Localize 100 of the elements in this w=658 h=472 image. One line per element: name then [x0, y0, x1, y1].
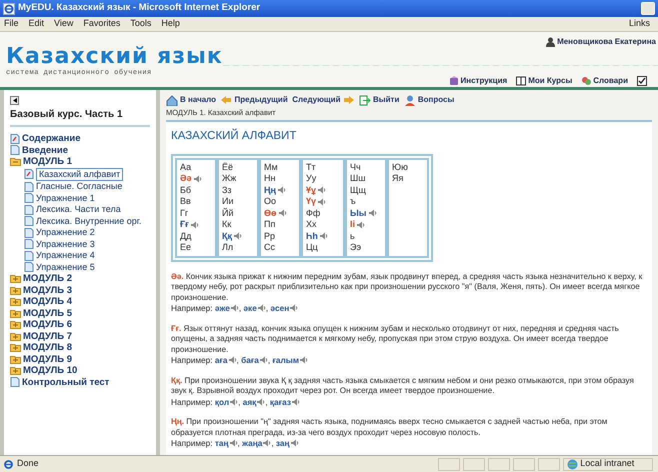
alphabet-letter[interactable]: Әә — [180, 173, 192, 184]
menu-item[interactable]: View — [54, 17, 74, 31]
toolbar-link[interactable]: Предыдущий — [220, 94, 288, 106]
tree-item[interactable]: Контрольный тест — [22, 376, 110, 388]
speaker-icon[interactable] — [289, 304, 298, 312]
tree-item[interactable]: МОДУЛЬ 10 — [23, 365, 78, 376]
speaker-icon[interactable] — [229, 398, 238, 406]
tree-item[interactable]: Введение — [22, 144, 68, 156]
speaker-icon[interactable] — [299, 356, 308, 364]
alphabet-letter: Аа — [180, 162, 192, 173]
toolbar-link[interactable]: В начало — [166, 94, 216, 106]
alphabet-letter: Уу — [306, 173, 316, 184]
alphabet-letter: Мм — [264, 162, 278, 173]
speaker-icon[interactable] — [318, 232, 328, 240]
tree-item[interactable]: МОДУЛЬ 2 — [23, 273, 72, 284]
tree-item[interactable]: МОДУЛЬ 6 — [23, 319, 72, 330]
tree-item[interactable]: Упражнение 3 — [36, 238, 95, 250]
tree-item[interactable]: Упражнение 2 — [36, 227, 95, 238]
speaker-icon[interactable] — [290, 439, 299, 448]
alphabet-letter[interactable]: Һһ — [306, 230, 318, 242]
menu-item[interactable]: Tools — [130, 17, 152, 31]
speaker-icon[interactable] — [190, 220, 199, 229]
speaker-icon[interactable] — [228, 439, 238, 448]
tree-item[interactable]: МОДУЛЬ 5 — [23, 308, 72, 319]
tree-item[interactable]: Упражнение 5 — [36, 262, 95, 273]
alphabet-letter: Щщ — [350, 184, 366, 196]
alphabet-letter[interactable]: Ңң — [264, 184, 276, 196]
comma-separator: , — [268, 355, 270, 366]
header-link[interactable]: Инструкция — [448, 75, 508, 87]
speaker-icon[interactable] — [317, 186, 326, 194]
header-link[interactable]: Словари — [581, 75, 628, 87]
alphabet-letter[interactable]: Іі — [350, 219, 356, 230]
example-word-link[interactable]: жаңа — [242, 438, 262, 448]
alphabet-letter: ъ — [350, 196, 356, 208]
tree-item[interactable]: Упражнение 4 — [36, 250, 95, 262]
example-word-link[interactable]: аяқ — [242, 396, 256, 407]
example-word-link[interactable]: әже — [214, 303, 230, 314]
header-link[interactable]: Мои Курсы — [516, 75, 572, 87]
speaker-icon[interactable] — [290, 398, 300, 406]
alphabet-letter: Ёё — [222, 162, 234, 173]
alphabet-letter[interactable]: Ққ — [222, 230, 232, 242]
speaker-icon[interactable] — [233, 232, 242, 240]
tree-item[interactable]: Казахский алфавит — [36, 168, 124, 181]
example-word-link[interactable]: таң — [214, 438, 229, 448]
alphabet-letter: Кк — [222, 219, 232, 230]
tree-item[interactable]: МОДУЛЬ 3 — [23, 284, 72, 296]
tree-item[interactable]: Упражнение 1 — [36, 192, 95, 204]
menu-item[interactable]: Favorites — [83, 17, 120, 31]
exit-icon — [359, 94, 372, 106]
example-label: Например: — [171, 355, 213, 366]
toolbar-link[interactable]: Выйти — [359, 94, 400, 106]
alphabet-letter[interactable]: Ыы — [350, 208, 366, 219]
speaker-icon[interactable] — [356, 220, 366, 229]
alphabet-letter[interactable]: Ғғ — [180, 219, 189, 230]
security-zone: Local intranet — [580, 457, 634, 470]
menu-item[interactable]: Help — [161, 17, 180, 31]
tree-item[interactable]: МОДУЛЬ 9 — [23, 354, 72, 365]
speaker-icon[interactable] — [230, 304, 239, 312]
tree-item[interactable]: МОДУЛЬ 1 — [23, 156, 72, 168]
left-arrow-icon — [220, 94, 233, 106]
example-word-link[interactable]: қол — [214, 396, 230, 407]
speaker-icon[interactable] — [317, 198, 326, 206]
speaker-icon[interactable] — [256, 304, 266, 312]
speaker-icon[interactable] — [262, 439, 272, 448]
menu-item[interactable]: Edit — [28, 17, 44, 31]
tree-item[interactable]: Лексика. Части тела — [36, 204, 121, 216]
tree-item[interactable]: МОДУЛЬ 7 — [23, 330, 72, 342]
tree-item[interactable]: Гласные. Согласные — [36, 181, 122, 192]
tree-item[interactable]: МОДУЛЬ 8 — [23, 342, 72, 354]
example-word-link[interactable]: әсен — [270, 303, 290, 314]
speaker-icon[interactable] — [258, 356, 268, 364]
example-word-link[interactable]: әке — [243, 303, 257, 314]
speaker-icon[interactable] — [368, 209, 376, 218]
alphabet-letter[interactable]: Үү — [306, 196, 316, 208]
speaker-icon[interactable] — [276, 186, 286, 194]
tree-item[interactable]: Содержание — [22, 133, 81, 144]
collapse-button[interactable] — [10, 96, 19, 105]
alphabet-letter[interactable]: Ұұ — [306, 184, 316, 196]
ie-icon — [3, 458, 14, 470]
speaker-icon[interactable] — [278, 209, 286, 218]
speaker-icon[interactable] — [256, 398, 266, 406]
tree-item[interactable]: МОДУЛЬ 4 — [23, 296, 72, 308]
example-label: Например: — [171, 438, 213, 448]
example-word-link[interactable]: қағаз — [270, 396, 291, 407]
menu-item[interactable]: File — [4, 17, 19, 31]
alphabet-letter[interactable]: Өө — [264, 208, 276, 219]
example-word-link[interactable]: заң — [276, 438, 290, 448]
window-title: MyEDU. Казахский язык - Microsoft Internet Explorer — [18, 1, 262, 16]
example-word-link[interactable]: аға — [214, 355, 228, 366]
speaker-icon[interactable] — [228, 356, 237, 364]
example-word-link[interactable]: ғалым — [272, 355, 300, 366]
tree-item[interactable]: Лексика. Внутренние орг. — [36, 216, 142, 227]
speaker-icon[interactable] — [192, 174, 202, 183]
links-toolbar[interactable]: Links — [628, 17, 650, 31]
alphabet-letter: Нн — [264, 173, 276, 184]
alphabet-letter: Пп — [264, 219, 276, 230]
checkbox[interactable] — [637, 76, 647, 86]
toolbar-link[interactable]: Вопросы — [404, 94, 454, 106]
example-word-link[interactable]: баға — [241, 355, 259, 366]
toolbar-link[interactable]: Следующий — [292, 94, 355, 106]
